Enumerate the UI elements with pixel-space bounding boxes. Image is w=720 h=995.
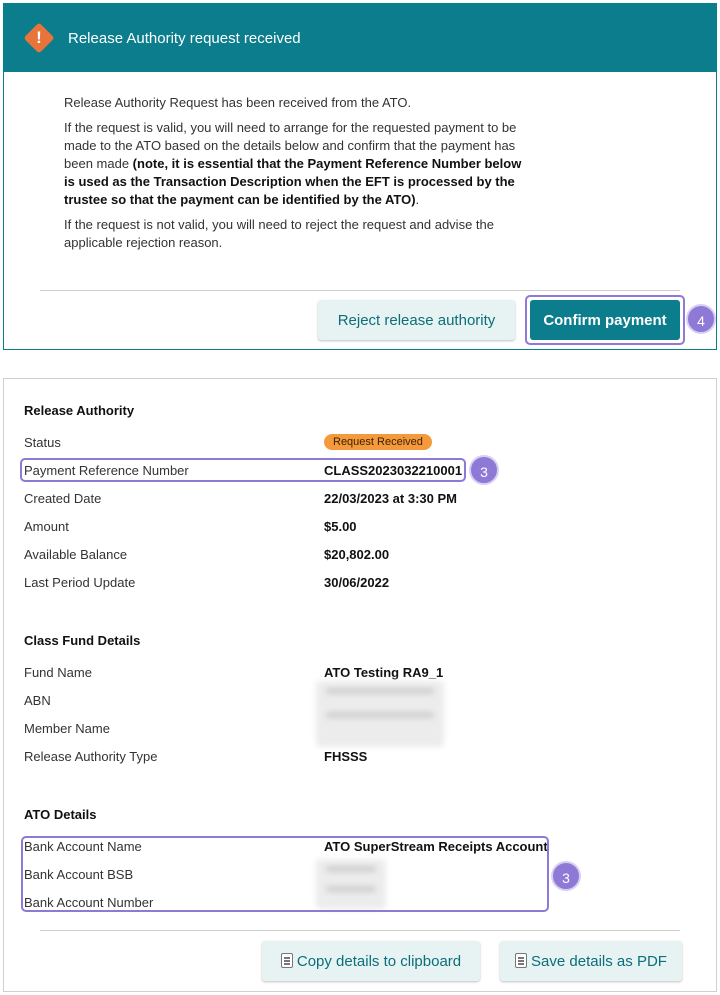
- member-name-label: Member Name: [24, 721, 110, 736]
- amount-label: Amount: [24, 519, 69, 534]
- ato-details-heading: ATO Details: [24, 807, 97, 822]
- copy-details-label: Copy details to clipboard: [296, 952, 462, 970]
- warning-icon: !: [23, 22, 55, 54]
- notice-important-note: (note, it is essential that the Payment …: [64, 156, 522, 207]
- redacted-abn-member: [316, 681, 444, 747]
- notice-divider: [40, 290, 680, 291]
- bank-details-highlight: [21, 836, 549, 912]
- notice-header: ! Release Authority request received: [4, 4, 716, 72]
- fund-name-value: ATO Testing RA9_1: [324, 665, 444, 680]
- release-authority-type-label: Release Authority Type: [24, 749, 158, 764]
- last-period-update-value: 30/06/2022: [324, 575, 390, 590]
- notice-paragraph-3: If the request is not valid, you will ne…: [64, 217, 494, 250]
- created-date-value: 22/03/2023 at 3:30 PM: [324, 491, 457, 506]
- notice-paragraph-2: If the request is valid, you will need t…: [64, 120, 522, 207]
- fund-name-label: Fund Name: [24, 665, 92, 680]
- created-date-label: Created Date: [24, 491, 102, 506]
- payment-reference-highlight: [20, 458, 466, 482]
- notice-title: Release Authority request received: [68, 29, 301, 47]
- confirm-payment-button[interactable]: Confirm payment: [530, 300, 680, 340]
- pdf-icon: [515, 953, 529, 969]
- step-badge-confirm: 4: [686, 304, 716, 334]
- status-label: Status: [24, 435, 61, 450]
- last-period-update-label: Last Period Update: [24, 575, 136, 590]
- release-details-card: Release Authority Status Request Receive…: [3, 378, 717, 992]
- details-divider: [40, 930, 680, 931]
- release-authority-heading: Release Authority: [24, 403, 135, 418]
- available-balance-value: $20,802.00: [324, 547, 390, 562]
- save-pdf-button[interactable]: Save details as PDF: [500, 941, 682, 981]
- class-fund-heading: Class Fund Details: [24, 633, 141, 648]
- step-badge-bank: 3: [551, 861, 581, 891]
- clipboard-icon: [280, 953, 295, 969]
- available-balance-label: Available Balance: [24, 547, 128, 562]
- notice-body: Release Authority Request has been recei…: [4, 72, 524, 252]
- release-authority-type-value: FHSSS: [324, 749, 368, 764]
- status-badge: Request Received: [324, 434, 432, 450]
- reject-release-authority-button[interactable]: Reject release authority: [318, 300, 515, 340]
- abn-label: ABN: [24, 693, 51, 708]
- step-badge-prn: 3: [469, 455, 499, 485]
- copy-details-button[interactable]: Copy details to clipboard: [262, 941, 480, 981]
- notice-paragraph-1: Release Authority Request has been recei…: [64, 95, 412, 110]
- amount-value: $5.00: [324, 519, 357, 534]
- save-pdf-label: Save details as PDF: [531, 952, 667, 970]
